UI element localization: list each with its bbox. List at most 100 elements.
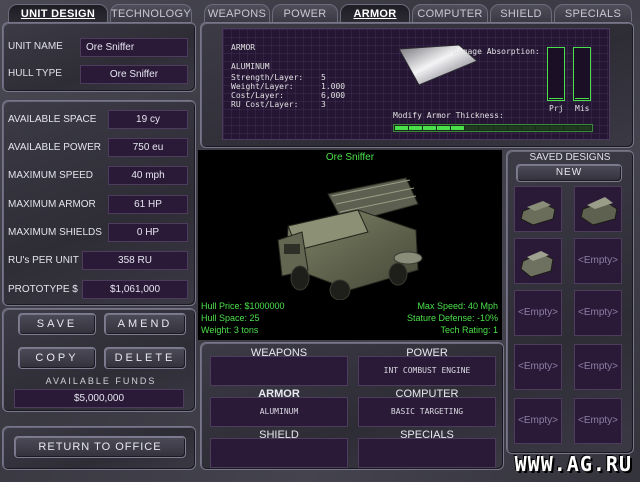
stat-value-maximum-speed: 40 mph — [108, 166, 188, 185]
saved-design-slot-9[interactable]: <Empty> — [514, 398, 562, 444]
tab-power[interactable]: POWER — [272, 4, 338, 22]
saved-design-slot-8[interactable]: <Empty> — [574, 344, 622, 390]
thickness-segment — [451, 126, 465, 130]
weight-stat: Weight: 3 tons — [201, 325, 259, 335]
stat-label-maximum-shields: MAXIMUM SHIELDS — [8, 227, 102, 238]
tab-specials[interactable]: SPECIALS — [554, 4, 632, 22]
return-to-office-button[interactable]: RETURN TO OFFICE — [14, 436, 186, 458]
amend-button[interactable]: AMEND — [104, 313, 186, 335]
thickness-segment — [507, 126, 521, 130]
thickness-segment — [578, 126, 592, 130]
stat-label-available-space: AVAILABLE SPACE — [8, 114, 97, 125]
stat-value-prototype-cost: $1,061,000 — [82, 280, 188, 299]
max-speed-stat: Max Speed: 40 Mph — [417, 301, 498, 311]
available-funds-value: $5,000,000 — [14, 389, 184, 408]
missile-absorption-bar — [573, 47, 591, 101]
saved-design-slot-1[interactable] — [514, 186, 562, 232]
stat-value-ru-per-unit: 358 RU — [82, 251, 188, 270]
stature-defense-stat: Stature Defense: -10% — [406, 313, 498, 323]
saved-design-slot-2[interactable] — [574, 186, 622, 232]
armor-strength-value: 5 — [321, 73, 326, 82]
computer-category-slot[interactable]: BASIC TARGETING — [358, 397, 496, 427]
saved-vehicle-thumbnail-2 — [580, 197, 618, 226]
thickness-segment — [437, 126, 451, 130]
thickness-segment — [549, 126, 563, 130]
saved-design-slot-4[interactable]: <Empty> — [574, 238, 622, 284]
armor-strength-label: Strength/Layer: — [231, 73, 304, 82]
hull-space-stat: Hull Space: 25 — [201, 313, 260, 323]
saved-vehicle-thumbnail-3 — [520, 251, 554, 278]
hull-type-select[interactable]: Ore Sniffer — [80, 65, 188, 84]
saved-vehicle-thumbnail-1 — [520, 201, 556, 226]
weapons-category-slot[interactable] — [210, 356, 348, 386]
thickness-segment — [563, 126, 578, 130]
projectile-absorption-fill — [549, 97, 563, 99]
saved-designs-title: SAVED DESIGNS — [529, 152, 611, 163]
unit-name-input[interactable]: Ore Sniffer — [80, 38, 188, 57]
tab-armor[interactable]: ARMOR — [340, 4, 410, 22]
missile-absorption-fill — [575, 97, 589, 99]
saved-design-slot-5[interactable]: <Empty> — [514, 290, 562, 336]
thickness-segment — [521, 126, 535, 130]
thickness-segment — [409, 126, 423, 130]
copy-button[interactable]: COPY — [18, 347, 96, 369]
unit-view-title: Ore Sniffer — [325, 152, 375, 163]
thickness-segment — [535, 126, 549, 130]
tab-weapons[interactable]: WEAPONS — [204, 4, 270, 22]
tab-shield[interactable]: SHIELD — [490, 4, 552, 22]
armor-ru-cost-value: 3 — [321, 100, 326, 109]
shield-category-slot[interactable] — [210, 438, 348, 468]
game-screen: { "left_tabs": ["UNIT DESIGN", "TECHNOLO… — [0, 0, 640, 482]
armor-heading: ARMOR — [231, 43, 256, 52]
tab-computer[interactable]: COMPUTER — [412, 4, 488, 22]
unit-model-image — [277, 177, 423, 300]
armor-detail-panel: ARMOR ALUMINUM Strength/Layer: 5 Weight/… — [222, 28, 610, 140]
stat-value-maximum-shields: 0 HP — [108, 223, 188, 242]
missile-bar-label: Mis — [575, 104, 590, 113]
armor-thickness-label: Modify Armor Thickness: — [393, 111, 504, 120]
saved-design-slot-7[interactable]: <Empty> — [514, 344, 562, 390]
projectile-bar-label: Prj — [549, 104, 564, 113]
thickness-segment — [395, 126, 409, 130]
thickness-segment — [479, 126, 493, 130]
thickness-segment — [493, 126, 507, 130]
stat-value-available-power: 750 eu — [108, 138, 188, 157]
armor-category-slot[interactable]: ALUMINUM — [210, 397, 348, 427]
armor-material-name: ALUMINUM — [231, 62, 270, 71]
unit-view: Ore Sniffer Hull Price: $1000000 Hull Sp… — [198, 150, 502, 340]
delete-button[interactable]: DELETE — [104, 347, 186, 369]
hull-type-label: HULL TYPE — [8, 68, 62, 79]
saved-design-slot-3[interactable] — [514, 238, 562, 284]
save-button[interactable]: SAVE — [18, 313, 96, 335]
unit-name-label: UNIT NAME — [8, 41, 63, 52]
site-watermark: WWW.AG.RU — [514, 452, 632, 476]
unit-view-left-stats: Hull Price: $1000000 Hull Space: 25 Weig… — [201, 300, 285, 336]
available-funds-label: AVAILABLE FUNDS — [45, 376, 157, 386]
unit-view-right-stats: Max Speed: 40 Mph Stature Defense: -10% … — [407, 300, 498, 336]
stat-label-available-power: AVAILABLE POWER — [8, 142, 101, 153]
stat-label-prototype-cost: PROTOTYPE $ — [8, 284, 78, 295]
tab-unit-design[interactable]: UNIT DESIGN — [8, 4, 108, 22]
armor-ru-cost-label: RU Cost/Layer: — [231, 100, 299, 109]
tech-rating-stat: Tech Rating: 1 — [440, 325, 498, 335]
stat-value-available-space: 19 cy — [108, 110, 188, 129]
armor-cost-value: 6,000 — [321, 91, 346, 100]
stat-label-maximum-speed: MAXIMUM SPEED — [8, 170, 94, 181]
armor-weight-label: Weight/Layer: — [231, 82, 294, 91]
stat-label-maximum-armor: MAXIMUM ARMOR — [8, 199, 96, 210]
projectile-absorption-bar — [547, 47, 565, 101]
armor-weight-value: 1.000 — [321, 82, 346, 91]
armor-thickness-slider[interactable] — [393, 124, 593, 132]
armor-cost-label: Cost/Layer: — [231, 91, 284, 100]
thickness-segment — [423, 126, 437, 130]
thickness-segment — [465, 126, 479, 130]
power-category-slot[interactable]: INT COMBUST ENGINE — [358, 356, 496, 386]
damage-absorption-label: Damage Absorption: — [453, 47, 540, 56]
new-design-button[interactable]: NEW — [516, 164, 622, 182]
saved-design-slot-6[interactable]: <Empty> — [574, 290, 622, 336]
stat-label-ru-per-unit: RU's PER UNIT — [8, 255, 79, 266]
saved-design-slot-10[interactable]: <Empty> — [574, 398, 622, 444]
tab-technology[interactable]: TECHNOLOGY — [110, 4, 192, 22]
stat-value-maximum-armor: 61 HP — [108, 195, 188, 214]
specials-category-slot[interactable] — [358, 438, 496, 468]
